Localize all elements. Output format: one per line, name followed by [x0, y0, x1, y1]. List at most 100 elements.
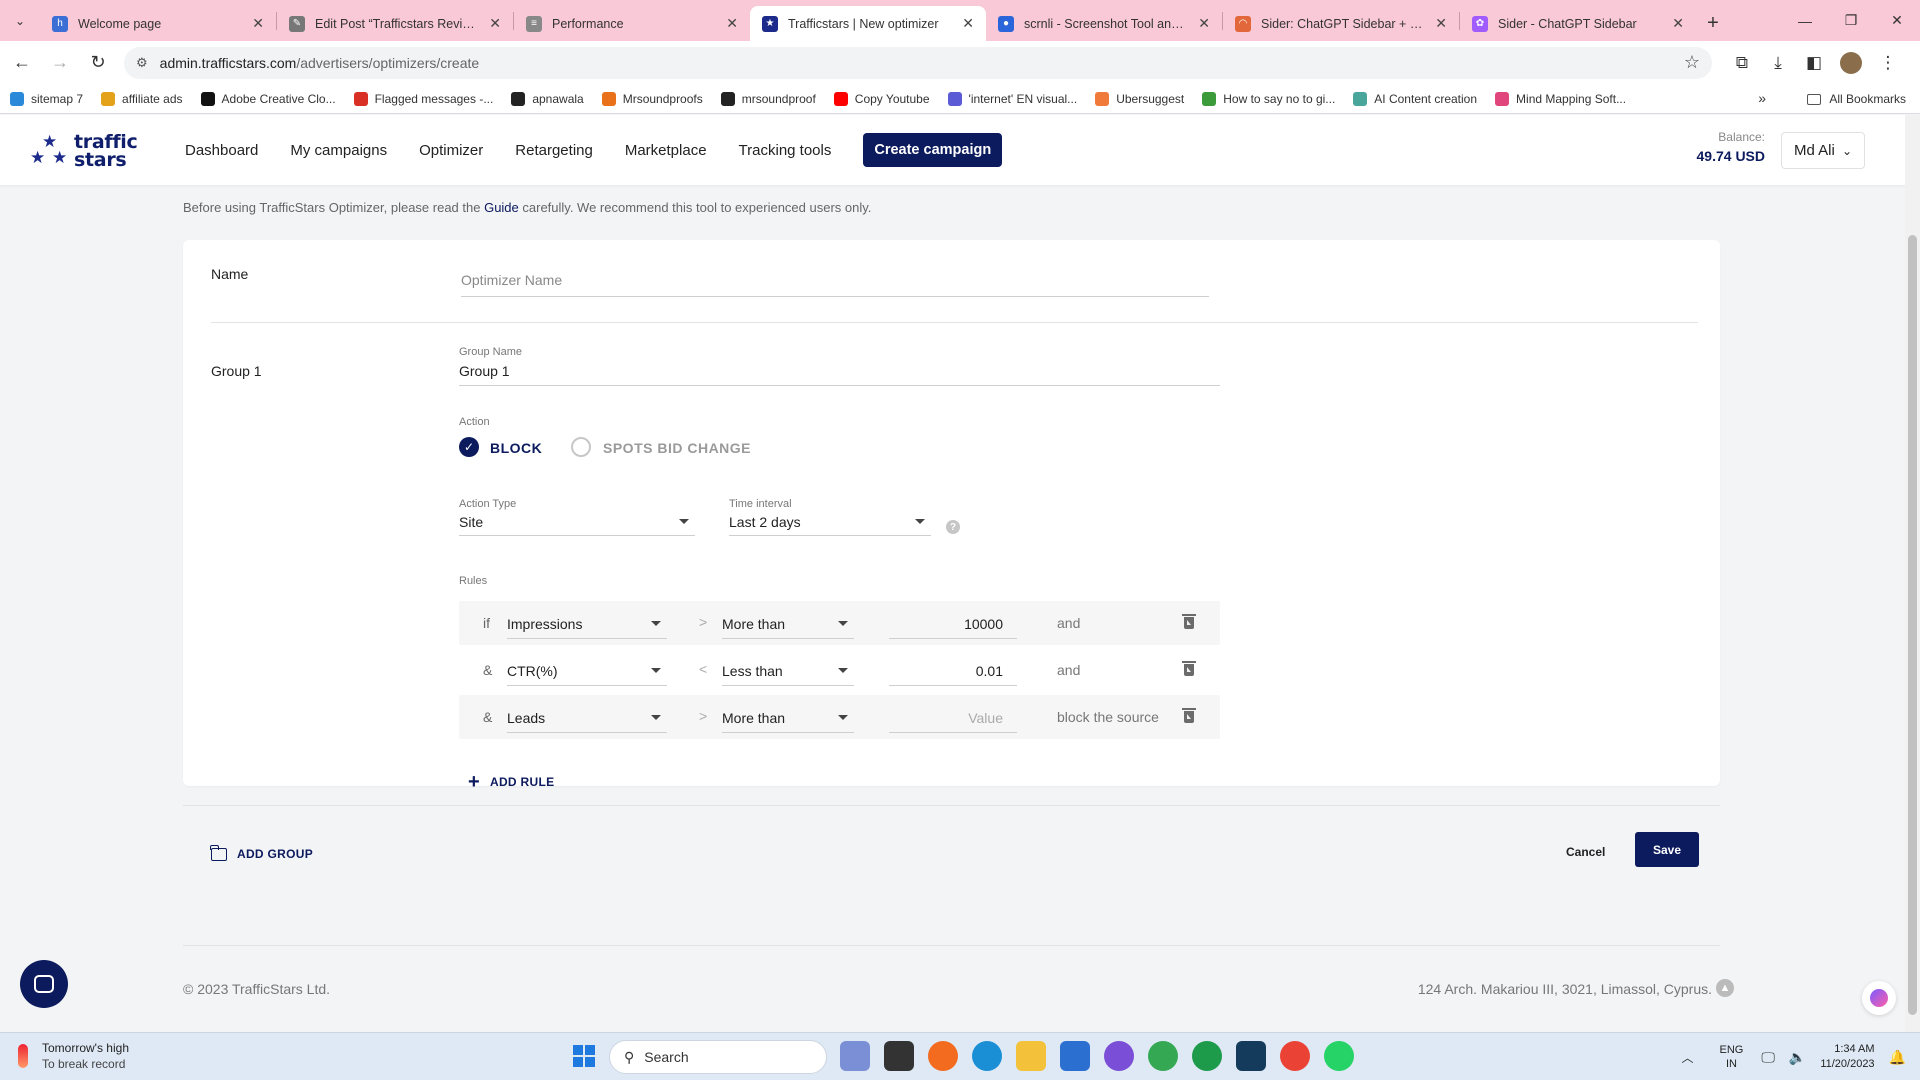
- add-group-button[interactable]: ADD GROUP: [210, 844, 313, 861]
- bookmark-item[interactable]: apnawala: [511, 91, 584, 106]
- taskbar-search[interactable]: ⚲ Search: [609, 1040, 827, 1074]
- widgets-app-icon[interactable]: [840, 1041, 870, 1071]
- omnibox[interactable]: ⚙ admin.trafficstars.com/advertisers/opt…: [124, 46, 1712, 79]
- trash-icon[interactable]: [1182, 614, 1196, 629]
- bookmark-star-icon[interactable]: ☆: [1684, 52, 1700, 73]
- restore-icon[interactable]: ❐: [1828, 0, 1874, 41]
- rule-operator-select[interactable]: More than: [722, 609, 854, 639]
- bookmark-item[interactable]: Copy Youtube: [833, 91, 930, 106]
- bookmark-item[interactable]: Adobe Creative Clo...: [200, 91, 336, 106]
- volume-icon[interactable]: 🔈: [1789, 1049, 1806, 1066]
- add-rule-button[interactable]: + ADD RULE: [468, 772, 554, 792]
- bookmark-item[interactable]: Flagged messages -...: [353, 91, 493, 106]
- bookmark-item[interactable]: sitemap 7: [10, 91, 83, 106]
- tab-close-icon[interactable]: ✕: [1672, 15, 1684, 32]
- file-explorer-icon[interactable]: [1016, 1041, 1046, 1071]
- task-view-icon[interactable]: [884, 1041, 914, 1071]
- more-bookmarks-icon[interactable]: »: [1758, 90, 1766, 106]
- tab-search-icon[interactable]: ⌄: [0, 0, 40, 41]
- spots-bid-change-radio[interactable]: [571, 437, 591, 457]
- menu-my-campaigns[interactable]: My campaigns: [290, 142, 387, 159]
- windows-start-icon[interactable]: [573, 1045, 595, 1067]
- minimize-icon[interactable]: —: [1782, 0, 1828, 41]
- create-campaign-button[interactable]: Create campaign: [863, 133, 1003, 167]
- menu-tracking-tools[interactable]: Tracking tools: [739, 142, 832, 159]
- browser-tab[interactable]: ◠ Sider: ChatGPT Sidebar + Vision ✕: [1223, 6, 1459, 41]
- rule-value-input[interactable]: Value: [889, 703, 1017, 733]
- cancel-button[interactable]: Cancel: [1566, 845, 1605, 859]
- rule-metric-select[interactable]: CTR(%): [507, 656, 667, 686]
- user-menu-dropdown[interactable]: Md Ali ⌄: [1781, 132, 1865, 169]
- app-icon[interactable]: [1104, 1041, 1134, 1071]
- optimizer-name-input[interactable]: Optimizer Name: [461, 272, 562, 288]
- tab-close-icon[interactable]: ✕: [726, 15, 738, 32]
- block-radio-label[interactable]: BLOCK: [490, 440, 542, 456]
- tab-close-icon[interactable]: ✕: [962, 15, 974, 32]
- menu-dashboard[interactable]: Dashboard: [185, 142, 258, 159]
- rule-metric-select[interactable]: Leads: [507, 703, 667, 733]
- weather-widget[interactable]: Tomorrow's high To break record: [18, 1041, 129, 1071]
- tab-close-icon[interactable]: ✕: [1435, 15, 1447, 32]
- help-icon[interactable]: ?: [946, 520, 960, 534]
- chrome-icon[interactable]: [1148, 1041, 1178, 1071]
- url-text[interactable]: admin.trafficstars.com/advertisers/optim…: [160, 55, 1684, 71]
- whatsapp-icon[interactable]: [1324, 1041, 1354, 1071]
- clock[interactable]: 1:34 AM 11/20/2023: [1820, 1042, 1874, 1072]
- trash-icon[interactable]: [1182, 708, 1196, 723]
- bookmark-item[interactable]: Mrsoundproofs: [601, 91, 703, 106]
- support-chat-button[interactable]: [20, 960, 68, 1008]
- trash-icon[interactable]: [1182, 661, 1196, 676]
- chevron-up-icon[interactable]: ︿: [1682, 1049, 1694, 1066]
- browser-tab[interactable]: ≡ Performance ✕: [514, 6, 750, 41]
- sider-extension-button[interactable]: [1862, 981, 1896, 1015]
- tab-close-icon[interactable]: ✕: [489, 15, 501, 32]
- bookmark-item[interactable]: 'internet' EN visual...: [947, 91, 1077, 106]
- rule-value-input[interactable]: 0.01: [889, 656, 1017, 686]
- new-tab-button[interactable]: +: [1696, 6, 1730, 41]
- notification-bell-icon[interactable]: 🔔: [1889, 1049, 1906, 1066]
- scroll-up-icon[interactable]: ▲: [1716, 979, 1734, 997]
- side-panel-icon[interactable]: ◧: [1796, 47, 1832, 79]
- chrome-profile-icon[interactable]: [1192, 1041, 1222, 1071]
- browser-tab[interactable]: ● scrnli - Screenshot Tool and Ed ✕: [986, 6, 1222, 41]
- time-interval-select[interactable]: Last 2 days: [729, 508, 931, 536]
- chrome-alt-icon[interactable]: [1280, 1041, 1310, 1071]
- tab-close-icon[interactable]: ✕: [1198, 15, 1210, 32]
- scrollbar-thumb[interactable]: [1908, 235, 1917, 1015]
- forward-icon[interactable]: →: [44, 47, 76, 79]
- terminal-icon[interactable]: [1236, 1041, 1266, 1071]
- language-indicator[interactable]: ENG IN: [1720, 1043, 1744, 1071]
- tab-close-icon[interactable]: ✕: [252, 15, 264, 32]
- browser-tab[interactable]: ✎ Edit Post “Trafficstars Review: M ✕: [277, 6, 513, 41]
- extensions-icon[interactable]: ⧉: [1724, 47, 1760, 79]
- bookmark-item[interactable]: Mind Mapping Soft...: [1495, 91, 1626, 106]
- spots-bid-change-label[interactable]: SPOTS BID CHANGE: [603, 440, 751, 456]
- bookmark-item[interactable]: affiliate ads: [101, 91, 183, 106]
- site-info-icon[interactable]: ⚙: [136, 55, 148, 71]
- menu-marketplace[interactable]: Marketplace: [625, 142, 707, 159]
- browser-tab[interactable]: h Welcome page ✕: [40, 6, 276, 41]
- bookmark-item[interactable]: Ubersuggest: [1095, 91, 1184, 106]
- back-icon[interactable]: ←: [6, 47, 38, 79]
- close-window-icon[interactable]: ✕: [1874, 0, 1920, 41]
- rule-operator-select[interactable]: Less than: [722, 656, 854, 686]
- edge-icon[interactable]: [972, 1041, 1002, 1071]
- profile-avatar[interactable]: [1840, 51, 1862, 74]
- vscode-icon[interactable]: [1060, 1041, 1090, 1071]
- block-radio-checked-icon[interactable]: ✓: [459, 437, 479, 457]
- guide-link[interactable]: Guide: [484, 200, 519, 215]
- page-scrollbar[interactable]: [1905, 115, 1920, 1032]
- network-icon[interactable]: 🖵: [1761, 1049, 1775, 1066]
- rule-value-input[interactable]: 10000: [889, 609, 1017, 639]
- rule-operator-select[interactable]: More than: [722, 703, 854, 733]
- menu-retargeting[interactable]: Retargeting: [515, 142, 593, 159]
- bookmark-item[interactable]: AI Content creation: [1353, 91, 1477, 106]
- menu-optimizer[interactable]: Optimizer: [419, 142, 483, 159]
- bookmark-item[interactable]: How to say no to gi...: [1202, 91, 1335, 106]
- save-button[interactable]: Save: [1635, 832, 1699, 867]
- trafficstars-logo[interactable]: ★ ★ ★ traffic stars: [30, 131, 150, 171]
- reload-icon[interactable]: ↻: [82, 47, 114, 79]
- firefox-icon[interactable]: [928, 1041, 958, 1071]
- kebab-menu-icon[interactable]: ⋮: [1870, 47, 1906, 79]
- rule-metric-select[interactable]: Impressions: [507, 609, 667, 639]
